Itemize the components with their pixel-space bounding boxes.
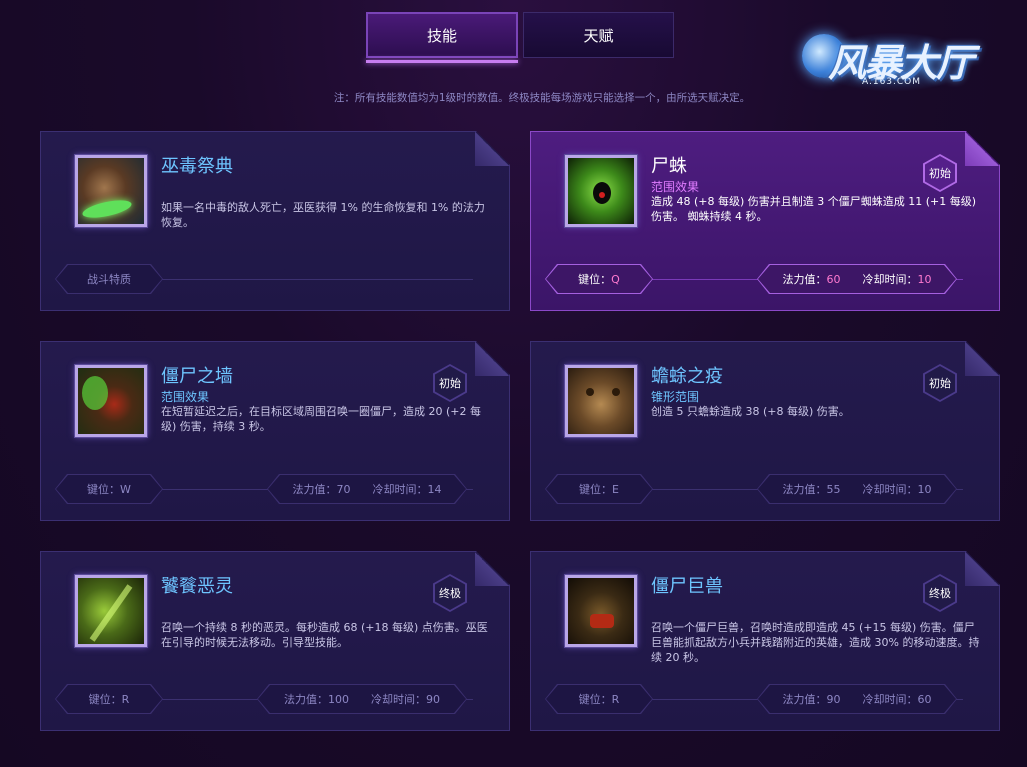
- heroes-of-the-storm-logo[interactable]: 风暴大厅 A.163.COM: [800, 22, 980, 102]
- gargantuan-icon: [565, 575, 637, 647]
- skill-card-corpse-spiders[interactable]: 尸蛛 范围效果 造成 48 (+8 每级) 伤害并且制造 3 个僵尸蜘蛛造成 1…: [530, 131, 1000, 311]
- cooldown-value: 14: [427, 483, 442, 496]
- skill-title: 尸蛛: [651, 156, 687, 177]
- skill-description: 召唤一个僵尸巨兽，召唤时造成即造成 45 (+15 每级) 伤害。僵尸巨兽能抓起…: [651, 621, 980, 664]
- skill-description: 召唤一个持续 8 秒的恶灵。每秒造成 68 (+18 每级) 点伤害。巫医在引导…: [161, 621, 488, 649]
- card-corner-fold: [475, 132, 509, 166]
- key-pill: 键位：R: [55, 684, 163, 714]
- mana-value: 70: [336, 483, 351, 496]
- key-pill: 键位：W: [55, 474, 163, 504]
- logo-subtext: A.163.COM: [862, 77, 922, 87]
- skill-subtitle: 范围效果: [651, 180, 700, 194]
- skill-card-zombie-wall[interactable]: 僵尸之墙 范围效果 在短暂延迟之后，在目标区域周围召唤一圈僵尸，造成 20 (+…: [40, 341, 510, 521]
- skill-card-ravenous-spirit[interactable]: 饕餮恶灵 召唤一个持续 8 秒的恶灵。每秒造成 68 (+18 每级) 点伤害。…: [40, 551, 510, 731]
- mana-value: 90: [826, 693, 841, 706]
- skill-badge: 初始: [433, 364, 467, 402]
- skill-description: 创造 5 只蟾蜍造成 38 (+8 每级) 伤害。: [651, 405, 850, 418]
- cooldown-value: 90: [426, 693, 440, 706]
- skill-title: 僵尸之墙: [161, 366, 233, 387]
- stats-pill: 法力值：100 冷却时间：90: [257, 684, 467, 714]
- card-corner-fold: [965, 552, 999, 586]
- mana-value: 100: [328, 693, 349, 706]
- cooldown-value: 10: [917, 483, 932, 496]
- skill-description: 如果一名中毒的敌人死亡，巫医获得 1% 的生命恢复和 1% 的法力恢复。: [161, 201, 485, 229]
- plague-of-toads-icon: [565, 365, 637, 437]
- stats-pill: 法力值：90 冷却时间：60: [757, 684, 957, 714]
- card-corner-fold: [965, 342, 999, 376]
- card-corner-fold: [475, 552, 509, 586]
- stats-pill: 法力值：70 冷却时间：14: [267, 474, 467, 504]
- cooldown-value: 10: [917, 273, 932, 286]
- skill-subtitle: 范围效果: [161, 390, 210, 404]
- skill-card-voodoo-ritual[interactable]: 巫毒祭典 如果一名中毒的敌人死亡，巫医获得 1% 的生命恢复和 1% 的法力恢复…: [40, 131, 510, 311]
- skill-badge: 初始: [923, 154, 957, 192]
- skill-card-plague-of-toads[interactable]: 蟾蜍之疫 锥形范围 创造 5 只蟾蜍造成 38 (+8 每级) 伤害。 初始 键…: [530, 341, 1000, 521]
- ravenous-spirit-icon: [75, 575, 147, 647]
- cooldown-value: 60: [917, 693, 932, 706]
- skill-description: 在短暂延迟之后，在目标区域周围召唤一圈僵尸，造成 20 (+2 每级) 伤害，持…: [161, 405, 481, 433]
- card-divider: [161, 279, 473, 280]
- skill-title: 蟾蜍之疫: [651, 366, 723, 387]
- card-corner-fold: [965, 132, 999, 166]
- skill-subtitle: 锥形范围: [651, 390, 700, 404]
- skill-card-gargantuan[interactable]: 僵尸巨兽 召唤一个僵尸巨兽，召唤时造成即造成 45 (+15 每级) 伤害。僵尸…: [530, 551, 1000, 731]
- skill-badge: 终极: [923, 574, 957, 612]
- stats-pill: 法力值：55 冷却时间：10: [757, 474, 957, 504]
- trait-pill: 战斗特质: [55, 264, 163, 294]
- skill-description: 造成 48 (+8 每级) 伤害并且制造 3 个僵尸蜘蛛造成 11 (+1 每级…: [651, 195, 977, 223]
- skill-badge: 初始: [923, 364, 957, 402]
- voodoo-ritual-icon: [75, 155, 147, 227]
- tab-talents[interactable]: 天赋: [523, 12, 674, 58]
- zombie-wall-icon: [75, 365, 147, 437]
- key-pill: 键位：E: [545, 474, 653, 504]
- skill-badge: 终极: [433, 574, 467, 612]
- skill-title: 饕餮恶灵: [161, 576, 233, 597]
- stats-pill: 法力值：60 冷却时间：10: [757, 264, 957, 294]
- key-pill: 键位：Q: [545, 264, 653, 294]
- corpse-spiders-icon: [565, 155, 637, 227]
- skill-title: 巫毒祭典: [161, 156, 233, 177]
- key-pill: 键位：R: [545, 684, 653, 714]
- card-corner-fold: [475, 342, 509, 376]
- skill-title: 僵尸巨兽: [651, 576, 723, 597]
- tab-skills[interactable]: 技能: [366, 12, 518, 63]
- mana-value: 55: [826, 483, 841, 496]
- mana-value: 60: [826, 273, 841, 286]
